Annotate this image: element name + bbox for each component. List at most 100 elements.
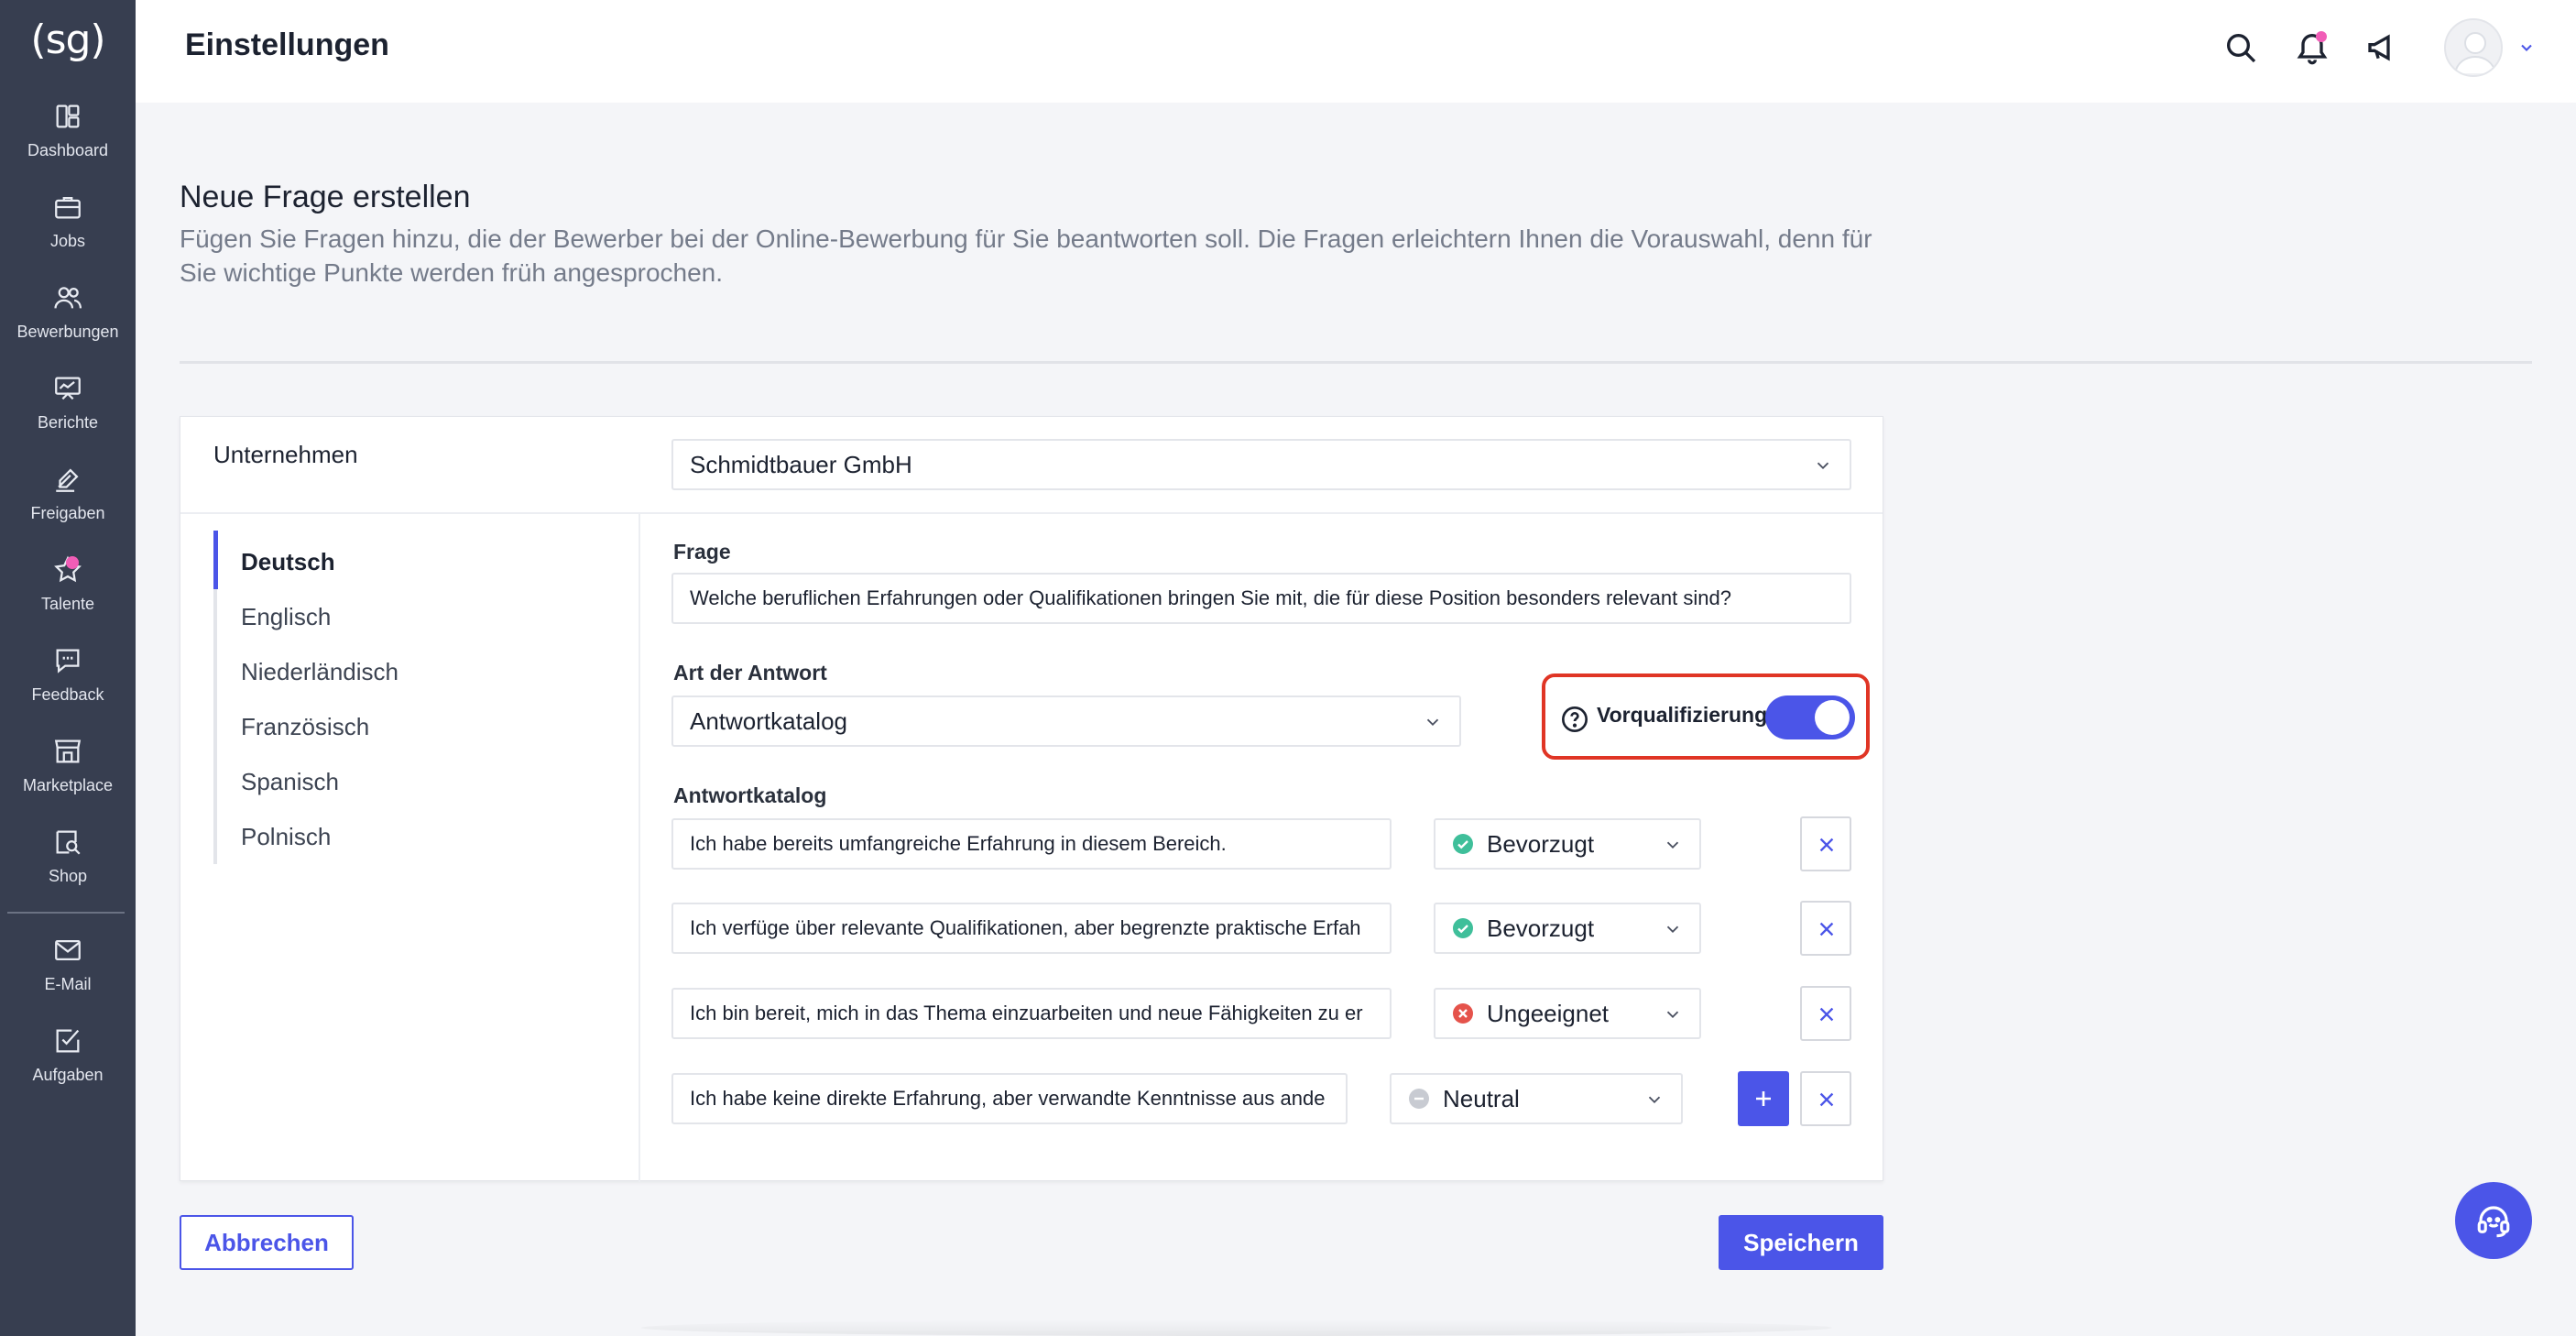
- chart-board-icon: [55, 377, 81, 400]
- sidebar-item-talente[interactable]: Talente: [0, 554, 136, 637]
- sign-icon: [56, 468, 79, 492]
- answer-status-select[interactable]: Bevorzugt: [1434, 903, 1701, 954]
- sidebar-item-label: Marketplace: [22, 776, 114, 794]
- sidebar-item-marketplace[interactable]: Marketplace: [0, 736, 136, 818]
- page-title: Neue Frage erstellen: [180, 180, 471, 214]
- close-icon: [1819, 838, 1834, 852]
- sidebar-item-dashboard[interactable]: Dashboard: [0, 101, 136, 183]
- chevron-down-icon: [1426, 718, 1439, 727]
- language-tab-indicator: [213, 531, 218, 589]
- answer-input[interactable]: Ich habe bereits umfangreiche Erfahrung …: [671, 818, 1392, 870]
- sidebar-item-label: Dashboard: [27, 141, 109, 159]
- prequalification-label: Vorqualifizierung: [1597, 703, 1768, 727]
- sidebar-item-shop[interactable]: Shop: [0, 827, 136, 909]
- check-circle-icon: [1453, 834, 1473, 854]
- divider: [639, 514, 640, 1182]
- sidebar-item-label: Shop: [48, 867, 88, 885]
- sidebar-item-email[interactable]: E-Mail: [0, 935, 136, 1017]
- x-circle-icon: [1453, 1003, 1473, 1024]
- answer-status-value: Bevorzugt: [1487, 830, 1595, 858]
- decorative-shadow: [641, 1320, 1832, 1336]
- megaphone-icon[interactable]: [2365, 29, 2402, 66]
- answer-input[interactable]: Ich bin bereit, mich in das Thema einzua…: [671, 988, 1392, 1039]
- remove-answer-button[interactable]: [1800, 1071, 1851, 1126]
- chat-icon: [56, 649, 80, 673]
- mail-icon: [55, 939, 81, 961]
- shop-search-icon: [56, 830, 81, 855]
- page-header-title: Einstellungen: [185, 27, 389, 62]
- tab-spanisch[interactable]: Spanisch: [241, 768, 339, 796]
- remove-answer-button[interactable]: [1800, 901, 1851, 956]
- store-icon: [54, 739, 82, 763]
- sidebar: (sg) Dashboard Jobs Bewerbungen Berichte…: [0, 0, 136, 1336]
- save-button[interactable]: Speichern: [1719, 1215, 1883, 1270]
- search-icon[interactable]: [2222, 29, 2259, 66]
- tab-deutsch[interactable]: Deutsch: [241, 548, 335, 576]
- support-chat-button[interactable]: [2455, 1182, 2532, 1259]
- sidebar-divider: [7, 912, 125, 914]
- answer-status-select[interactable]: Neutral: [1390, 1073, 1683, 1124]
- tab-niederlaendisch[interactable]: Niederländisch: [241, 658, 398, 686]
- app-logo[interactable]: (sg): [0, 16, 136, 63]
- tab-franzoesisch[interactable]: Französisch: [241, 713, 369, 741]
- notification-dot: [2316, 31, 2327, 42]
- answer-catalog-label: Antwortkatalog: [673, 783, 827, 807]
- plus-icon: [1756, 1091, 1771, 1106]
- notifications-button[interactable]: [2294, 29, 2330, 66]
- answer-input[interactable]: Ich verfüge über relevante Qualifikation…: [671, 903, 1392, 954]
- answer-status-select[interactable]: Bevorzugt: [1434, 818, 1701, 870]
- answer-status-value: Neutral: [1443, 1085, 1520, 1112]
- remove-answer-button[interactable]: [1800, 816, 1851, 871]
- sidebar-item-freigaben[interactable]: Freigaben: [0, 464, 136, 546]
- close-icon: [1819, 1007, 1834, 1022]
- add-answer-button[interactable]: [1738, 1071, 1789, 1126]
- check-circle-icon: [1453, 918, 1473, 938]
- answer-type-value: Antwortkatalog: [690, 707, 847, 735]
- sidebar-item-jobs[interactable]: Jobs: [0, 192, 136, 274]
- question-label: Frage: [673, 540, 731, 564]
- sidebar-item-label: E-Mail: [44, 975, 92, 993]
- company-label: Unternehmen: [213, 441, 358, 468]
- help-circle-icon[interactable]: [1560, 705, 1589, 734]
- sidebar-item-label: Jobs: [49, 232, 86, 250]
- close-icon: [1819, 922, 1834, 936]
- page-description: Fügen Sie Fragen hinzu, die der Bewerber…: [180, 224, 1872, 287]
- answer-type-select[interactable]: Antwortkatalog: [671, 695, 1461, 747]
- sidebar-item-feedback[interactable]: Feedback: [0, 645, 136, 728]
- sidebar-item-label: Aufgaben: [32, 1066, 104, 1084]
- chevron-down-icon[interactable]: [2517, 38, 2536, 57]
- prequalification-toggle[interactable]: [1765, 695, 1855, 739]
- question-form-card: Unternehmen Schmidtbauer GmbH Deutsch En…: [180, 416, 1883, 1182]
- tab-polnisch[interactable]: Polnisch: [241, 823, 331, 851]
- sidebar-item-label: Bewerbungen: [16, 323, 119, 341]
- briefcase-icon: [55, 196, 81, 219]
- tab-englisch[interactable]: Englisch: [241, 603, 331, 631]
- sidebar-item-label: Feedback: [31, 685, 104, 704]
- remove-answer-button[interactable]: [1800, 986, 1851, 1041]
- sidebar-item-aufgaben[interactable]: Aufgaben: [0, 1025, 136, 1108]
- dashboard-icon: [56, 104, 80, 128]
- avatar[interactable]: [2444, 18, 2503, 77]
- cancel-button[interactable]: Abbrechen: [180, 1215, 354, 1270]
- answer-status-select[interactable]: Ungeeignet: [1434, 988, 1701, 1039]
- answer-type-label: Art der Antwort: [673, 661, 827, 684]
- chevron-down-icon: [1666, 1011, 1679, 1019]
- answer-status-value: Bevorzugt: [1487, 914, 1595, 942]
- question-input[interactable]: Welche beruflichen Erfahrungen oder Qual…: [671, 573, 1851, 624]
- sidebar-item-berichte[interactable]: Berichte: [0, 373, 136, 455]
- company-select[interactable]: Schmidtbauer GmbH: [671, 439, 1851, 490]
- chevron-down-icon: [1648, 1096, 1661, 1104]
- headset-icon: [2477, 1206, 2510, 1238]
- top-header: Einstellungen: [136, 0, 2576, 103]
- user-placeholder-icon: [2454, 32, 2496, 74]
- divider: [180, 512, 1883, 514]
- chevron-down-icon: [1666, 925, 1679, 934]
- minus-circle-icon: [1409, 1089, 1429, 1109]
- sidebar-item-label: Talente: [40, 595, 95, 613]
- sidebar-item-bewerbungen[interactable]: Bewerbungen: [0, 282, 136, 365]
- checklist-icon: [56, 1029, 80, 1053]
- sidebar-item-label: Freigaben: [30, 504, 105, 522]
- toggle-knob: [1815, 700, 1850, 735]
- answer-input[interactable]: Ich habe keine direkte Erfahrung, aber v…: [671, 1073, 1348, 1124]
- answer-status-value: Ungeeignet: [1487, 1000, 1609, 1027]
